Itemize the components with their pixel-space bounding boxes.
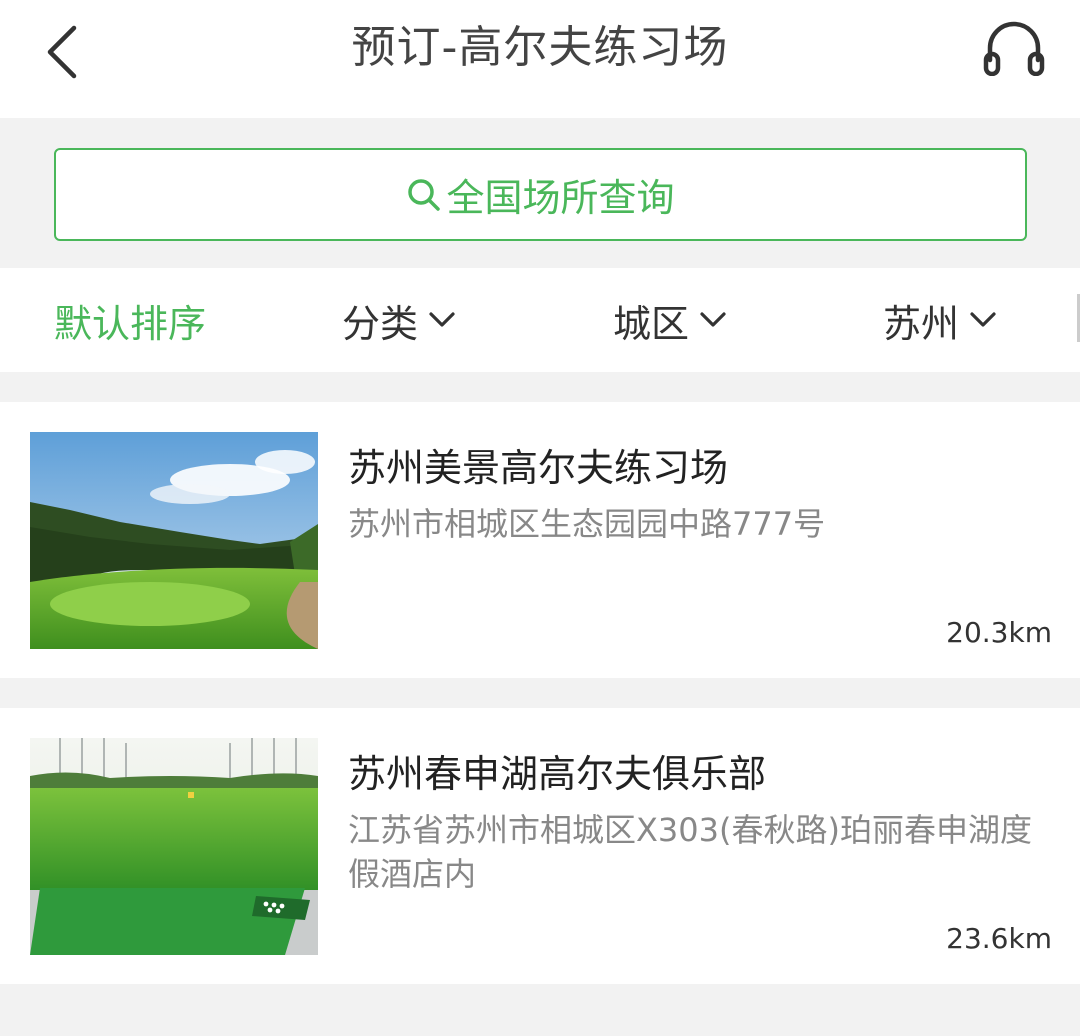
- search-label: 全国场所查询: [446, 176, 675, 220]
- venue-address: 苏州市相城区生态园园中路777号: [348, 505, 826, 543]
- headset-icon: [983, 21, 1045, 76]
- chevron-down-icon: [699, 311, 727, 329]
- category-filter[interactable]: 分类: [342, 294, 456, 346]
- top-nav-bar: 预订-高尔夫练习场: [0, 0, 1080, 118]
- customer-service-button[interactable]: [976, 16, 1052, 80]
- venue-photo: [30, 738, 318, 955]
- chevron-down-icon: [969, 311, 997, 329]
- filter-label: 苏州: [883, 301, 960, 346]
- venue-photo: [30, 432, 318, 649]
- city-filter[interactable]: 苏州: [883, 294, 997, 346]
- venue-address: 江苏省苏州市相城区X303(春秋路)珀丽春申湖度假酒店内: [348, 811, 1032, 893]
- sort-default-filter[interactable]: 默认排序: [54, 294, 206, 346]
- chevron-down-icon: [428, 311, 456, 329]
- venue-distance: 20.3km: [946, 616, 1052, 649]
- search-icon: [408, 178, 441, 211]
- nationwide-venue-search-button[interactable]: 全国场所查询: [54, 148, 1027, 241]
- venue-name: 苏州春申湖高尔夫俱乐部: [348, 752, 767, 796]
- filter-bar: 默认排序 分类 城区 苏州: [0, 268, 1080, 372]
- venue-card[interactable]: 苏州美景高尔夫练习场 苏州市相城区生态园园中路777号 20.3km: [0, 402, 1080, 678]
- filter-label: 默认排序: [54, 301, 207, 346]
- venue-distance: 23.6km: [946, 922, 1052, 955]
- filter-label: 城区: [613, 301, 690, 346]
- page-title: 预订-高尔夫练习场: [351, 22, 729, 73]
- venue-name: 苏州美景高尔夫练习场: [348, 446, 729, 490]
- search-area: 全国场所查询: [0, 118, 1080, 268]
- venue-card[interactable]: 苏州春申湖高尔夫俱乐部 江苏省苏州市相城区X303(春秋路)珀丽春申湖度假酒店内…: [0, 708, 1080, 984]
- filter-label: 分类: [342, 301, 419, 346]
- district-filter[interactable]: 城区: [613, 294, 727, 346]
